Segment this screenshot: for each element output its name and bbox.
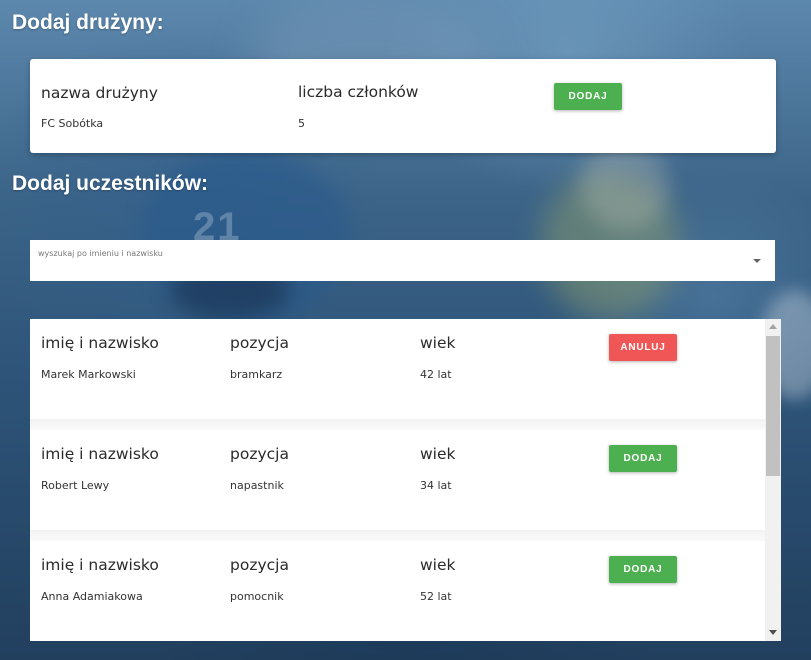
member-position-label: pozycja (230, 556, 289, 574)
member-row: imię i nazwisko Marek Markowski pozycja … (30, 319, 765, 419)
members-list-scrollbar[interactable] (765, 319, 781, 641)
member-name: Marek Markowski (41, 368, 136, 381)
member-row: imię i nazwisko Robert Lewy pozycja napa… (30, 430, 765, 530)
member-name-label: imię i nazwisko (41, 445, 159, 463)
member-age: 34 lat (420, 479, 452, 492)
scrollbar-thumb[interactable] (766, 336, 780, 476)
member-search-select[interactable]: wyszukaj po imieniu i nazwisku (30, 240, 775, 281)
team-form-card: nazwa drużyny FC Sobótka liczba członków… (30, 59, 776, 153)
add-team-button[interactable]: DODAJ (554, 83, 622, 110)
team-count-value[interactable]: 5 (298, 117, 305, 130)
cancel-member-button[interactable]: ANULUJ (609, 334, 677, 361)
team-count-label: liczba członków (298, 83, 419, 101)
team-name-value[interactable]: FC Sobótka (41, 117, 103, 130)
member-position-label: pozycja (230, 445, 289, 463)
add-member-button[interactable]: DODAJ (609, 445, 677, 472)
members-section-heading: Dodaj uczestników: (12, 172, 209, 195)
member-age: 52 lat (420, 590, 452, 603)
members-list: imię i nazwisko Marek Markowski pozycja … (30, 319, 781, 641)
member-row: imię i nazwisko Anna Adamiakowa pozycja … (30, 541, 765, 641)
bg-player-head (580, 140, 670, 230)
scroll-up-arrow-icon[interactable] (769, 324, 777, 329)
member-age-label: wiek (420, 334, 456, 352)
member-position: napastnik (230, 479, 284, 492)
member-age: 42 lat (420, 368, 452, 381)
member-position-label: pozycja (230, 334, 289, 352)
member-name: Anna Adamiakowa (41, 590, 143, 603)
member-name-label: imię i nazwisko (41, 334, 159, 352)
add-member-button[interactable]: DODAJ (609, 556, 677, 583)
member-name: Robert Lewy (41, 479, 110, 492)
member-age-label: wiek (420, 445, 456, 463)
row-separator (30, 530, 765, 541)
scroll-down-arrow-icon[interactable] (769, 630, 777, 635)
team-name-label: nazwa drużyny (41, 84, 158, 102)
member-age-label: wiek (420, 556, 456, 574)
member-position: pomocnik (230, 590, 284, 603)
team-section-heading: Dodaj drużyny: (12, 11, 164, 34)
row-separator (30, 419, 765, 430)
search-placeholder: wyszukaj po imieniu i nazwisku (38, 249, 163, 258)
member-position: bramkarz (230, 368, 283, 381)
dropdown-arrow-icon[interactable] (753, 259, 761, 263)
member-name-label: imię i nazwisko (41, 556, 159, 574)
